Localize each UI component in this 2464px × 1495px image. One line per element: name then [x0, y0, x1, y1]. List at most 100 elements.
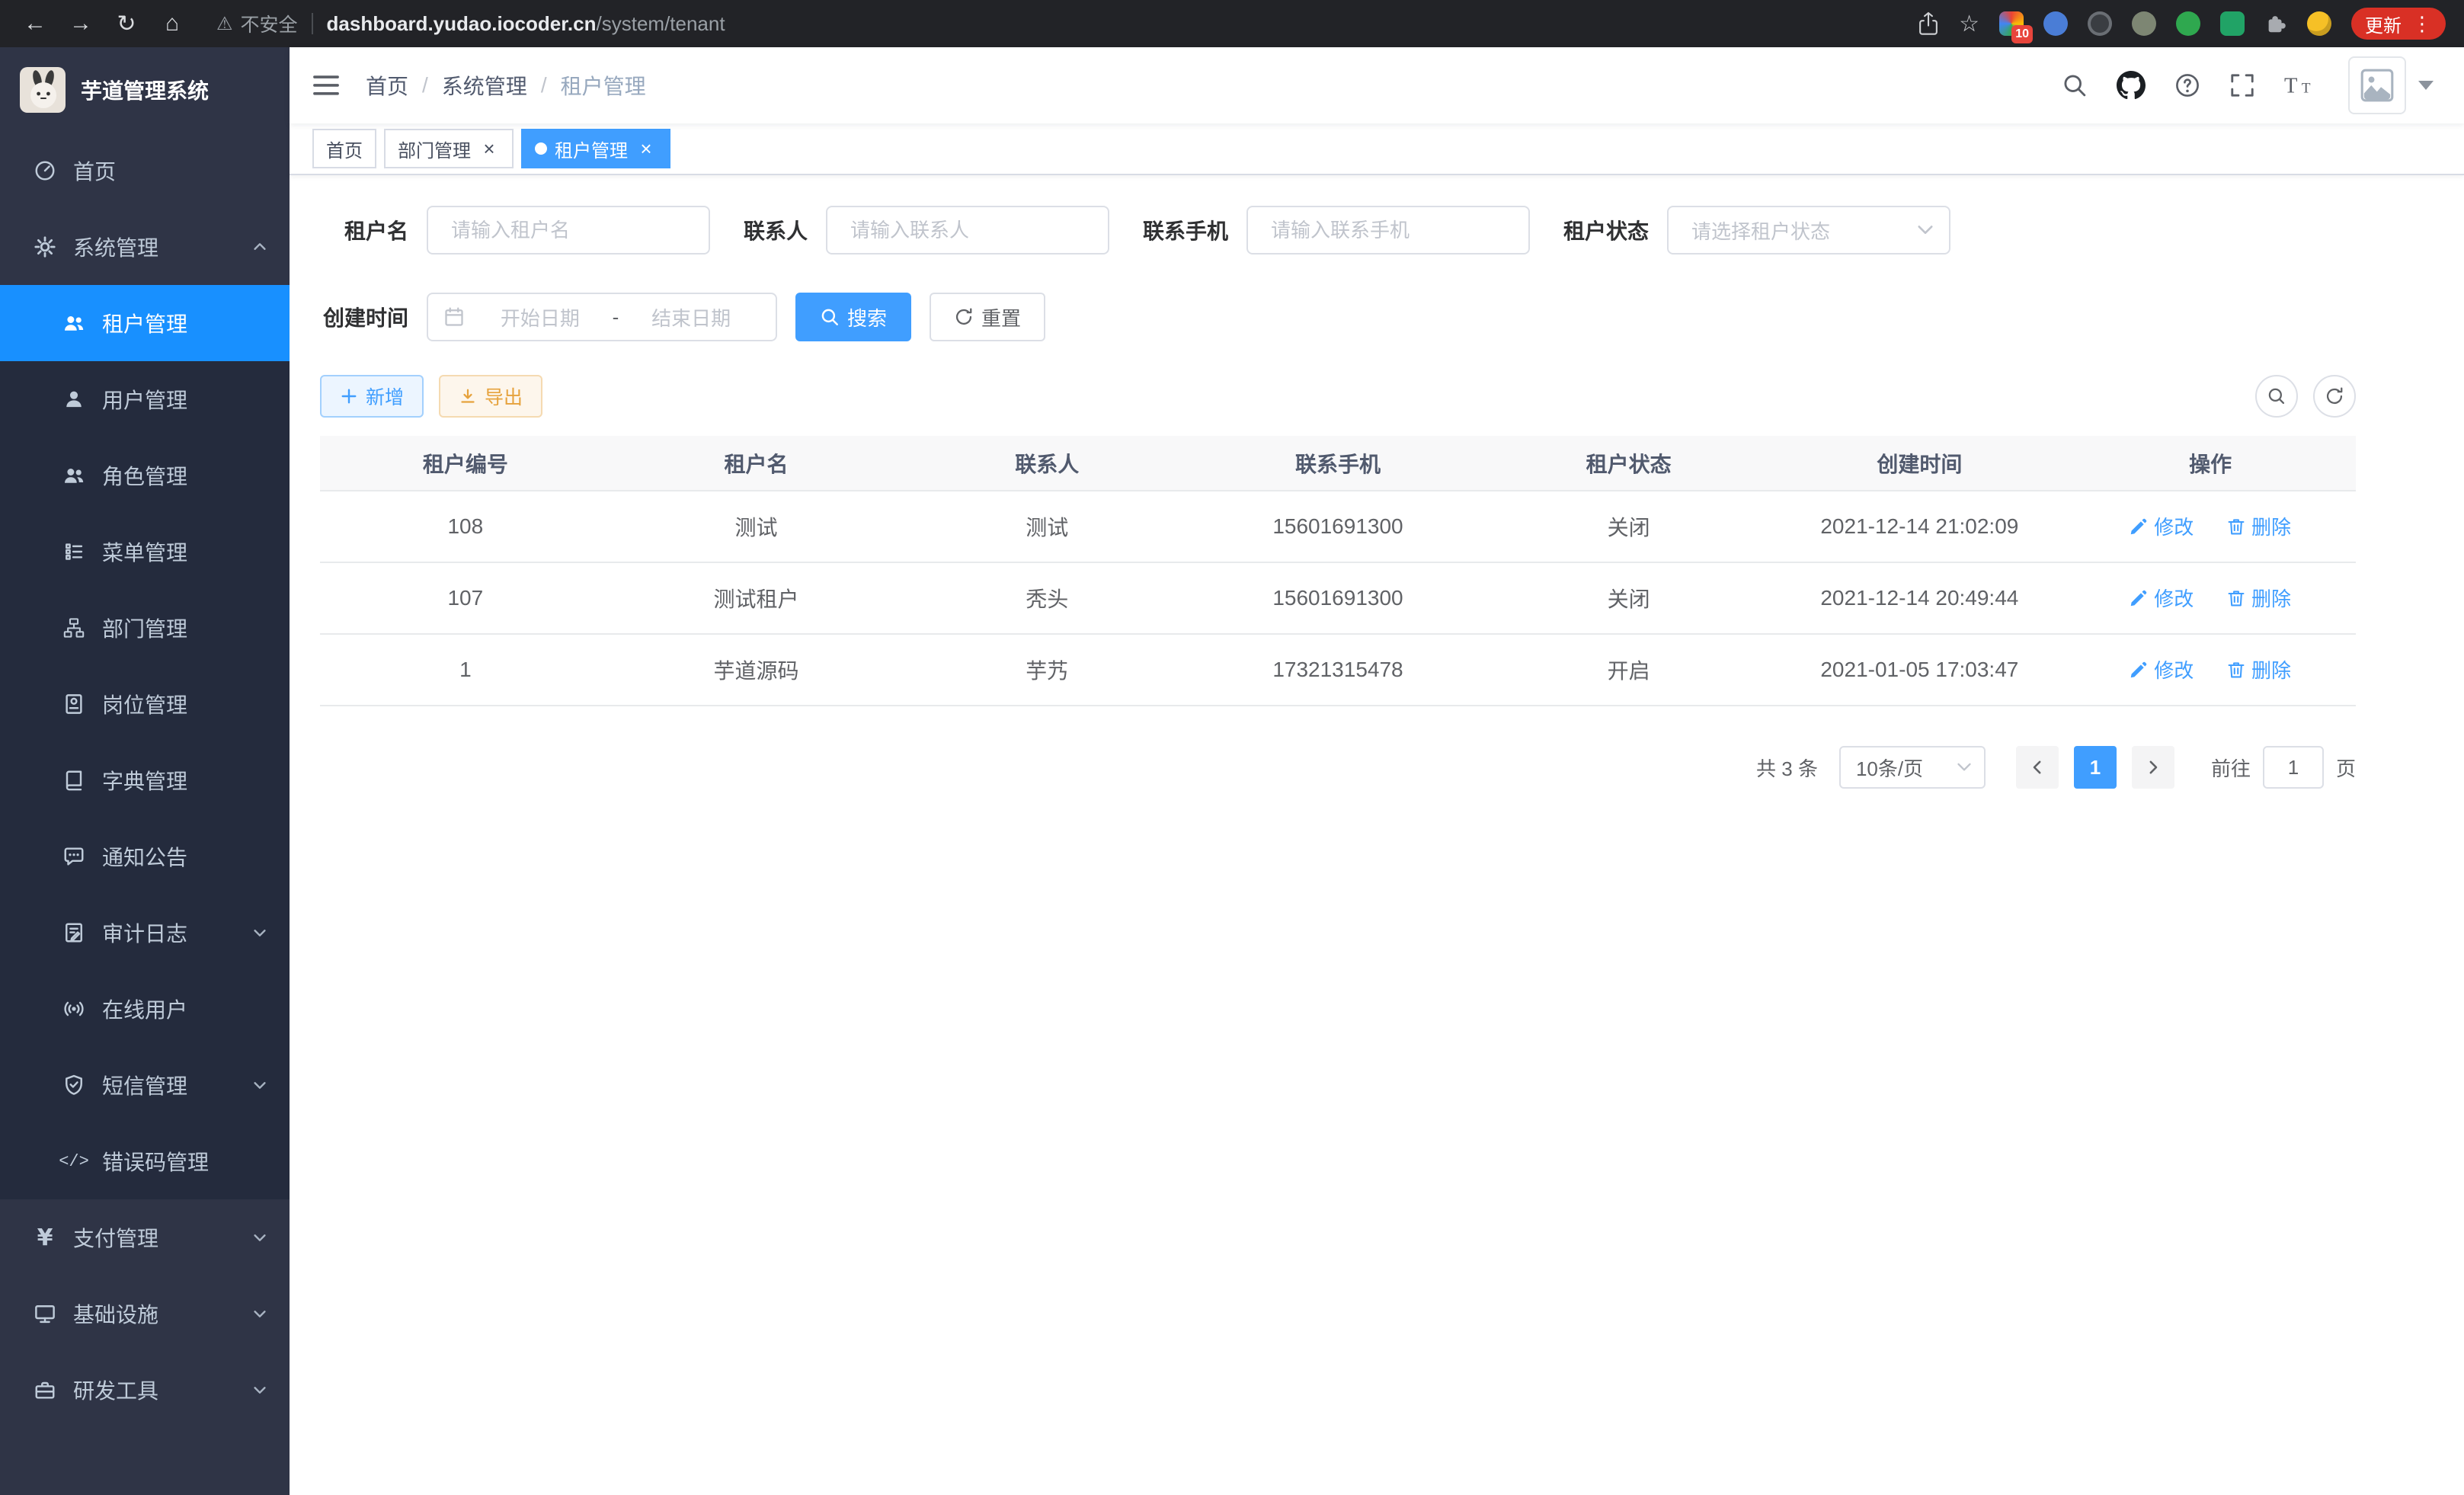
tenant-name-input[interactable]	[427, 206, 710, 255]
extension-badge: 10	[2011, 25, 2033, 43]
extension-icon[interactable]	[2088, 11, 2112, 36]
dict-book-icon	[61, 769, 87, 792]
svg-text:T: T	[2302, 81, 2311, 97]
tools-icon	[32, 1378, 58, 1401]
edit-link[interactable]: 修改	[2130, 584, 2194, 612]
sidebar-item-sms-management[interactable]: 短信管理	[0, 1047, 290, 1123]
delete-link[interactable]: 删除	[2227, 584, 2291, 612]
user-icon	[61, 388, 87, 411]
address-bar[interactable]: ⚠ 不安全 dashboard.yudao.iocoder.cn/system/…	[216, 10, 725, 37]
app-logo-row[interactable]: 芋道管理系统	[0, 47, 290, 133]
edit-link[interactable]: 修改	[2130, 655, 2194, 683]
contact-input[interactable]	[826, 206, 1109, 255]
tab-label: 租户管理	[555, 136, 628, 162]
sidebar-item-dev-tools[interactable]: 研发工具	[0, 1352, 290, 1428]
cell-contact: 秃头	[901, 562, 1192, 634]
sidebar-item-audit-log[interactable]: 审计日志	[0, 895, 290, 971]
home-button[interactable]: ⌂	[152, 4, 192, 43]
sidebar-item-infrastructure[interactable]: 基础设施	[0, 1276, 290, 1352]
extension-icon[interactable]: 10	[1999, 11, 2024, 36]
reset-button[interactable]: 重置	[930, 293, 1045, 341]
browser-menu-icon[interactable]: ⋮	[2412, 14, 2432, 34]
header-search-icon[interactable]	[2062, 72, 2088, 98]
fullscreen-icon[interactable]	[2229, 72, 2255, 98]
app-title: 芋道管理系统	[81, 75, 209, 105]
forward-button[interactable]: →	[61, 4, 101, 43]
tab-tenant-management[interactable]: 租户管理 ×	[521, 129, 670, 168]
column-header: 联系人	[901, 436, 1192, 491]
github-icon[interactable]	[2117, 71, 2146, 100]
cell-mobile: 15601691300	[1192, 562, 1483, 634]
extension-icon[interactable]	[2220, 11, 2245, 36]
page-size-value: 10条/页	[1856, 754, 1923, 782]
sidebar-item-post-management[interactable]: 岗位管理	[0, 666, 290, 742]
sidebar-item-payment-management[interactable]: ¥ 支付管理	[0, 1199, 290, 1276]
puzzle-extensions-icon[interactable]	[2264, 12, 2287, 35]
jump-page-input[interactable]	[2263, 746, 2324, 789]
sidebar-item-system-management[interactable]: 系统管理	[0, 209, 290, 285]
cell-tenant-name: 芋道源码	[611, 634, 902, 706]
filter-contact: 联系人	[744, 206, 1109, 255]
close-icon[interactable]: ×	[478, 139, 500, 158]
extension-icon[interactable]	[2176, 11, 2200, 36]
toggle-search-button[interactable]	[2255, 375, 2298, 418]
extension-icon[interactable]	[2043, 11, 2068, 36]
sidebar-item-dept-management[interactable]: 部门管理	[0, 590, 290, 666]
refresh-button[interactable]	[2313, 375, 2356, 418]
delete-link[interactable]: 删除	[2227, 512, 2291, 540]
update-button[interactable]: 更新 ⋮	[2351, 8, 2446, 40]
prev-page-button[interactable]	[2016, 746, 2059, 789]
edit-link[interactable]: 修改	[2130, 512, 2194, 540]
search-button[interactable]: 搜索	[795, 293, 911, 341]
date-range-picker[interactable]: 开始日期 - 结束日期	[427, 293, 777, 341]
sidebar-item-dict-management[interactable]: 字典管理	[0, 742, 290, 818]
breadcrumb-home[interactable]: 首页	[366, 70, 408, 101]
tenant-status-select[interactable]: 请选择租户状态	[1667, 206, 1950, 255]
table-row: 1 芋道源码 芋艿 17321315478 开启 2021-01-05 17:0…	[320, 634, 2356, 706]
cell-operations: 修改 删除	[2065, 562, 2356, 634]
next-page-button[interactable]	[2132, 746, 2174, 789]
add-button[interactable]: 新增	[320, 375, 424, 418]
sidebar-item-online-users[interactable]: 在线用户	[0, 971, 290, 1047]
cell-operations: 修改 删除	[2065, 634, 2356, 706]
chevron-down-icon	[251, 1381, 268, 1398]
profile-avatar[interactable]	[2307, 11, 2331, 36]
tab-dept-management[interactable]: 部门管理 ×	[384, 129, 514, 168]
page-size-select[interactable]: 10条/页	[1839, 746, 1986, 789]
chevron-down-icon	[251, 1229, 268, 1246]
mobile-input[interactable]	[1246, 206, 1530, 255]
sidebar-item-label: 在线用户	[102, 994, 268, 1024]
close-icon[interactable]: ×	[635, 139, 657, 158]
sidebar-item-label: 错误码管理	[102, 1146, 268, 1176]
bookmark-star-icon[interactable]: ☆	[1959, 11, 1979, 37]
sidebar-item-menu-management[interactable]: 菜单管理	[0, 514, 290, 590]
tab-home[interactable]: 首页	[312, 129, 376, 168]
font-size-icon[interactable]: TT	[2284, 73, 2315, 98]
select-placeholder: 请选择租户状态	[1691, 216, 1830, 245]
date-end-placeholder: 结束日期	[622, 303, 760, 331]
user-menu[interactable]	[2348, 56, 2434, 114]
column-header: 租户编号	[320, 436, 611, 491]
delete-link-label: 删除	[2251, 655, 2291, 683]
cell-created: 2021-01-05 17:03:47	[1774, 634, 2066, 706]
navbar-actions: TT	[2062, 56, 2434, 114]
reload-button[interactable]: ↻	[107, 4, 146, 43]
sidebar-item-user-management[interactable]: 用户管理	[0, 361, 290, 437]
page-number-button[interactable]: 1	[2074, 746, 2117, 789]
sidebar-item-tenant-management[interactable]: 租户管理	[0, 285, 290, 361]
export-button[interactable]: 导出	[439, 375, 542, 418]
sidebar-item-label: 首页	[73, 155, 268, 186]
back-button[interactable]: ←	[15, 4, 55, 43]
help-icon[interactable]	[2174, 72, 2200, 98]
sidebar-item-notice[interactable]: 通知公告	[0, 818, 290, 895]
sidebar-item-home[interactable]: 首页	[0, 133, 290, 209]
url-host: dashboard.yudao.iocoder.cn	[327, 12, 597, 36]
extension-icon[interactable]	[2132, 11, 2156, 36]
sidebar-toggle-button[interactable]	[312, 74, 340, 97]
share-icon[interactable]	[1918, 11, 1939, 36]
tenant-name-label: 租户名	[320, 215, 427, 245]
delete-link[interactable]: 删除	[2227, 655, 2291, 683]
sidebar-item-error-code-management[interactable]: </> 错误码管理	[0, 1123, 290, 1199]
sidebar-item-role-management[interactable]: 角色管理	[0, 437, 290, 514]
delete-link-label: 删除	[2251, 512, 2291, 540]
